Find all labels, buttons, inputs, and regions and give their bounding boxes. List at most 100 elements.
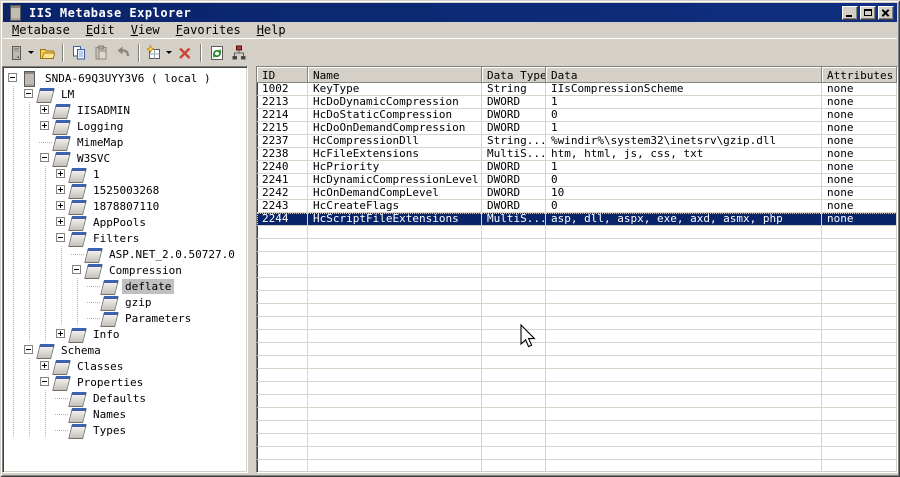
tree-indent-guide	[23, 214, 39, 230]
undo-button[interactable]	[112, 42, 134, 64]
collapse-toggle[interactable]	[39, 374, 52, 390]
list-row-2214[interactable]: 2214 HcDoStaticCompression DWORD 0 none	[257, 109, 897, 122]
tree-item-defaults[interactable]: Defaults	[7, 390, 247, 406]
list-cell: none	[822, 187, 897, 200]
menu-favorites[interactable]: Favorites	[168, 22, 249, 38]
key-icon	[68, 407, 87, 422]
list-cell: 2213	[257, 96, 308, 109]
list-cell: 2242	[257, 187, 308, 200]
column-header-name[interactable]: Name	[308, 67, 482, 83]
list-empty-cell	[308, 317, 482, 330]
tree-item-parameters[interactable]: Parameters	[7, 310, 247, 326]
menu-view[interactable]: View	[123, 22, 168, 38]
connect-dropdown-arrow[interactable]	[28, 51, 34, 54]
list-empty-row	[257, 226, 897, 239]
list-row-2241[interactable]: 2241 HcDynamicCompressionLevel DWORD 0 none	[257, 174, 897, 187]
hierarchy-view-button[interactable]	[228, 42, 250, 64]
list-cell: %windir%\system32\inetsrv\gzip.dll	[546, 135, 822, 148]
tree-item-iisadmin[interactable]: IISADMIN	[7, 102, 247, 118]
collapse-toggle[interactable]	[55, 230, 68, 246]
tree-item-schema[interactable]: Schema	[7, 342, 247, 358]
close-button[interactable]	[878, 5, 894, 20]
tree-item-mimemap[interactable]: MimeMap	[7, 134, 247, 150]
refresh-button[interactable]	[206, 42, 228, 64]
tree-item-classes[interactable]: Classes	[7, 358, 247, 374]
tree-indent-guide	[7, 326, 23, 342]
collapse-toggle[interactable]	[23, 86, 36, 102]
minimize-button[interactable]	[842, 5, 858, 20]
menu-edit[interactable]: Edit	[78, 22, 123, 38]
new-key-button[interactable]	[144, 42, 174, 64]
copy-button[interactable]	[68, 42, 90, 64]
tree-item-deflate[interactable]: deflate	[7, 278, 247, 294]
tree-item-w3svc[interactable]: W3SVC	[7, 150, 247, 166]
connect-server-button[interactable]	[6, 42, 36, 64]
list-row-1002[interactable]: 1002 KeyType String IIsCompressionScheme non…	[257, 83, 897, 96]
tree-item-apppools[interactable]: AppPools	[7, 214, 247, 230]
tree-item-gzip[interactable]: gzip	[7, 294, 247, 310]
tree-item-1878807110[interactable]: 1878807110	[7, 198, 247, 214]
tree-item-types[interactable]: Types	[7, 422, 247, 438]
expand-toggle[interactable]	[39, 118, 52, 134]
maximize-button[interactable]	[860, 5, 876, 20]
tree-item-compression[interactable]: Compression	[7, 262, 247, 278]
list-empty-cell	[308, 304, 482, 317]
delete-button[interactable]	[174, 42, 196, 64]
expand-toggle[interactable]	[55, 326, 68, 342]
tree-indent-guide	[7, 150, 23, 166]
open-folder-button[interactable]	[36, 42, 58, 64]
list-empty-row	[257, 356, 897, 369]
tree-indent-guide	[7, 390, 23, 406]
refresh-icon	[211, 45, 223, 60]
tree-item-properties[interactable]: Properties	[7, 374, 247, 390]
expand-toggle[interactable]	[55, 182, 68, 198]
tree-item-snda-69q3uyy3v6-local[interactable]: SNDA-69Q3UYY3V6 ( local )	[7, 70, 247, 87]
collapse-toggle[interactable]	[23, 342, 36, 358]
tree-item-1525003268[interactable]: 1525003268	[7, 182, 247, 198]
tree-item-1[interactable]: 1	[7, 166, 247, 182]
collapse-toggle[interactable]	[7, 70, 20, 86]
tree-connector	[55, 422, 68, 438]
list-row-2238[interactable]: 2238 HcFileExtensions MultiS... htm, html, …	[257, 148, 897, 161]
list-row-2213[interactable]: 2213 HcDoDynamicCompression DWORD 1 none	[257, 96, 897, 109]
list-row-2237[interactable]: 2237 HcCompressionDll String... %windir%\sy…	[257, 135, 897, 148]
key-icon	[52, 135, 71, 150]
list-empty-row	[257, 252, 897, 265]
list-row-2243[interactable]: 2243 HcCreateFlags DWORD 0 none	[257, 200, 897, 213]
list-cell: HcCompressionDll	[308, 135, 482, 148]
tree-item-info[interactable]: Info	[7, 326, 247, 342]
column-header-attributes[interactable]: Attributes	[822, 67, 897, 83]
title-bar[interactable]: IIS Metabase Explorer	[3, 3, 897, 22]
expand-toggle[interactable]	[55, 166, 68, 182]
tree-item-logging[interactable]: Logging	[7, 118, 247, 134]
collapse-toggle[interactable]	[71, 262, 84, 278]
list-row-2242[interactable]: 2242 HcOnDemandCompLevel DWORD 10 none	[257, 187, 897, 200]
menu-metabase[interactable]: Metabase	[4, 22, 78, 38]
menu-help[interactable]: Help	[249, 22, 294, 38]
list-row-2215[interactable]: 2215 HcDoOnDemandCompression DWORD 1 none	[257, 122, 897, 135]
column-header-data[interactable]: Data	[546, 67, 822, 83]
list-empty-cell	[308, 278, 482, 291]
tree-item-asp-net-2-0-50727-0[interactable]: ASP.NET_2.0.50727.0	[7, 246, 247, 262]
expand-toggle[interactable]	[55, 214, 68, 230]
expand-toggle[interactable]	[39, 358, 52, 374]
paste-button[interactable]	[90, 42, 112, 64]
list-row-2244[interactable]: 2244 HcScriptFileExtensions MultiS... asp, …	[257, 213, 897, 226]
expand-toggle[interactable]	[55, 198, 68, 214]
tree-indent-guide	[7, 246, 23, 262]
list-row-2240[interactable]: 2240 HcPriority DWORD 1 none	[257, 161, 897, 174]
panel-splitter[interactable]	[248, 66, 256, 473]
list-cell: DWORD	[482, 174, 546, 187]
list-empty-row	[257, 395, 897, 408]
collapse-toggle[interactable]	[39, 150, 52, 166]
tree-item-lm[interactable]: LM	[7, 86, 247, 102]
new-key-dropdown-arrow[interactable]	[166, 51, 172, 54]
column-header-data-type[interactable]: Data Type	[482, 67, 546, 83]
expand-toggle[interactable]	[39, 102, 52, 118]
list-empty-cell	[822, 317, 897, 330]
tree-item-filters[interactable]: Filters	[7, 230, 247, 246]
list-empty-cell	[546, 421, 822, 434]
column-header-id[interactable]: ID	[257, 67, 308, 83]
tree-item-names[interactable]: Names	[7, 406, 247, 422]
toolbar-separator	[62, 43, 64, 62]
